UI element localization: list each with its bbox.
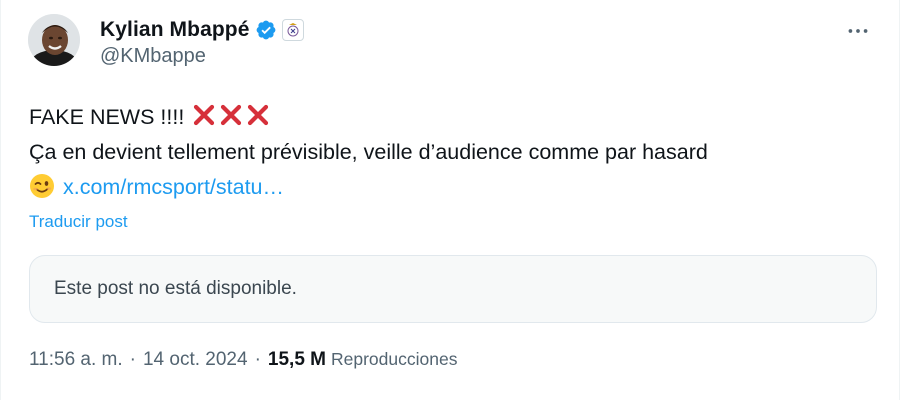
author-handle[interactable]: @KMbappe	[100, 45, 206, 68]
verified-badge-icon[interactable]	[255, 19, 277, 41]
translate-post-link[interactable]: Traducir post	[29, 212, 128, 232]
winking-face-icon	[29, 173, 55, 199]
tweet-text-fake-news: FAKE NEWS !!!!	[29, 105, 185, 129]
tweet-line-3: x.com/rmcsport/statu…	[29, 170, 879, 205]
tweet-meta-row: 11:56 a. m. · 14 oct. 2024 · 15,5 M Repr…	[29, 349, 457, 371]
meta-separator: ·	[254, 349, 261, 370]
avatar[interactable]	[28, 14, 80, 66]
views-count[interactable]: 15,5 M	[268, 349, 326, 371]
author-display-name[interactable]: Kylian Mbappé	[100, 18, 250, 42]
tweet-link[interactable]: x.com/rmcsport/statu…	[63, 175, 284, 199]
tweet-line-2: Ça en devient tellement prévisible, veil…	[29, 140, 708, 164]
tweet-card: Kylian Mbappé @KMbappe FAKE NEWS !!!! Ça…	[0, 0, 900, 400]
real-madrid-crest-icon[interactable]	[281, 19, 304, 41]
quoted-post-unavailable[interactable]: Este post no está disponible.	[29, 255, 877, 323]
cross-marks	[190, 102, 271, 129]
author-name-row: Kylian Mbappé	[100, 15, 304, 45]
quote-unavailable-text: Este post no está disponible.	[54, 278, 297, 299]
cross-mark-icon	[191, 102, 217, 128]
cross-mark-icon	[218, 102, 244, 128]
tweet-date[interactable]: 14 oct. 2024	[143, 349, 248, 371]
more-options-button[interactable]	[841, 14, 875, 48]
tweet-line-1: FAKE NEWS !!!!	[29, 100, 879, 135]
avatar-image	[28, 14, 80, 66]
cross-mark-icon	[245, 102, 271, 128]
more-dots-icon	[848, 29, 868, 33]
tweet-time[interactable]: 11:56 a. m.	[29, 349, 123, 371]
views-label: Reproducciones	[331, 349, 458, 369]
meta-separator: ·	[129, 349, 136, 370]
tweet-text: FAKE NEWS !!!! Ça en devient tellement p…	[29, 100, 879, 205]
